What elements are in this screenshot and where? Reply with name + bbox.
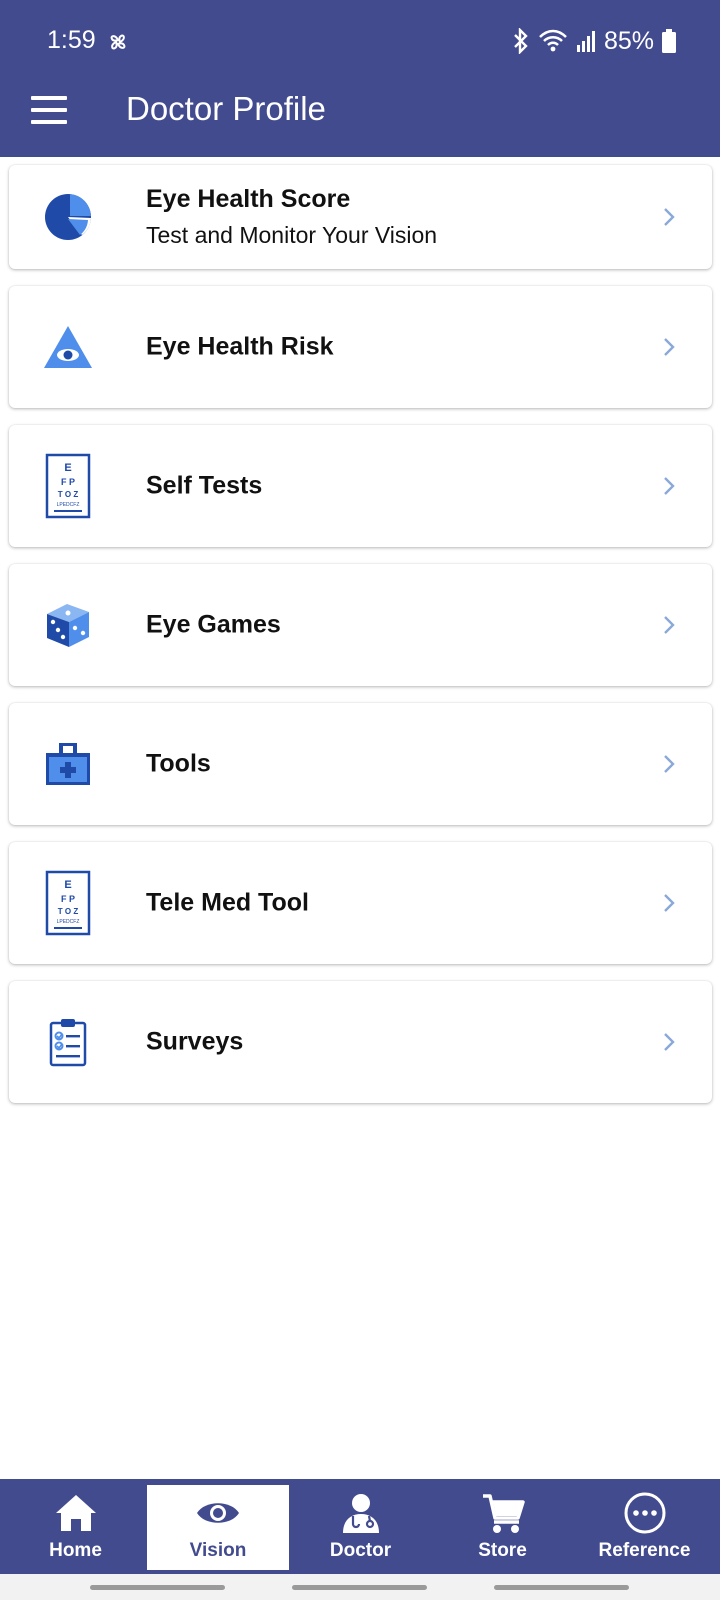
page-title: Doctor Profile xyxy=(126,90,326,127)
svg-text:T O Z: T O Z xyxy=(58,907,79,916)
app-bar: Doctor Profile xyxy=(0,80,720,157)
signal-icon xyxy=(576,31,595,52)
chevron-right-icon xyxy=(664,208,675,226)
menu-item-title: Eye Health Risk xyxy=(146,332,334,361)
svg-text:F P: F P xyxy=(61,894,75,904)
system-nav-handle[interactable] xyxy=(90,1585,225,1590)
wifi-icon xyxy=(539,29,567,52)
menu-item-title: Self Tests xyxy=(146,471,263,500)
menu-item-eye-health-score[interactable]: Eye Health Score Test and Monitor Your V… xyxy=(9,165,712,269)
clipboard-checklist-icon xyxy=(42,1009,94,1075)
chevron-right-icon xyxy=(664,338,675,356)
menu-item-eye-health-risk[interactable]: Eye Health Risk xyxy=(9,286,712,408)
menu-item-tools[interactable]: Tools xyxy=(9,703,712,825)
eye-chart-icon: E F P T O Z LPEDCFZ xyxy=(42,453,94,519)
more-icon xyxy=(622,1491,668,1535)
bottom-navigation: Home Vision Doctor Store Reference xyxy=(0,1479,720,1574)
nav-item-home[interactable]: Home xyxy=(5,1479,146,1574)
eye-chart-icon: E F P T O Z LPEDCFZ xyxy=(42,870,94,936)
svg-text:LPEDCFZ: LPEDCFZ xyxy=(57,502,80,508)
eye-icon xyxy=(195,1491,241,1535)
system-navigation-bar xyxy=(0,1574,720,1600)
chevron-right-icon xyxy=(664,755,675,773)
nav-item-store[interactable]: Store xyxy=(432,1479,573,1574)
svg-text:T O Z: T O Z xyxy=(58,490,79,499)
hamburger-menu-icon[interactable] xyxy=(31,96,67,124)
chevron-right-icon xyxy=(664,616,675,634)
status-icons: 85% xyxy=(512,26,676,56)
battery-percentage: 85% xyxy=(603,26,654,55)
dice-icon xyxy=(42,592,94,658)
menu-item-title: Tools xyxy=(146,749,211,778)
chevron-right-icon xyxy=(664,477,675,495)
nav-label: Store xyxy=(478,1540,527,1561)
svg-text:E: E xyxy=(64,879,71,891)
nav-label: Doctor xyxy=(329,1540,392,1561)
menu-item-title: Surveys xyxy=(146,1027,244,1056)
menu-item-eye-games[interactable]: Eye Games xyxy=(9,564,712,686)
menu-item-tele-med-tool[interactable]: E F P T O Z LPEDCFZ Tele Med Tool xyxy=(9,842,712,964)
pie-chart-icon xyxy=(42,184,94,250)
chevron-right-icon xyxy=(664,894,675,912)
system-nav-handle[interactable] xyxy=(292,1585,427,1590)
status-bar: 1:59 85% xyxy=(0,0,720,80)
menu-item-title: Eye Health Score xyxy=(146,185,351,213)
nav-item-doctor[interactable]: Doctor xyxy=(290,1479,431,1574)
menu-item-subtitle: Test and Monitor Your Vision xyxy=(146,222,438,248)
system-nav-handle[interactable] xyxy=(494,1585,629,1590)
medical-kit-icon xyxy=(42,731,94,797)
fan-icon xyxy=(110,34,126,50)
home-icon xyxy=(53,1491,99,1535)
svg-text:LPEDCFZ: LPEDCFZ xyxy=(57,919,80,925)
menu-item-title: Eye Games xyxy=(146,610,281,639)
eye-triangle-icon xyxy=(42,314,94,380)
svg-text:E: E xyxy=(64,462,71,474)
menu-item-self-tests[interactable]: E F P T O Z LPEDCFZ Self Tests xyxy=(9,425,712,547)
app-header: 1:59 85% Doctor Profile xyxy=(0,0,720,157)
cart-icon xyxy=(480,1491,526,1535)
svg-text:F P: F P xyxy=(61,477,75,487)
nav-label: Home xyxy=(49,1540,102,1561)
nav-label: Reference xyxy=(598,1540,691,1561)
status-time: 1:59 xyxy=(47,26,96,54)
bluetooth-icon xyxy=(514,28,528,54)
menu-item-surveys[interactable]: Surveys xyxy=(9,981,712,1103)
nav-item-reference[interactable]: Reference xyxy=(574,1479,715,1574)
nav-label: Vision xyxy=(189,1540,247,1561)
battery-icon xyxy=(662,29,676,53)
doctor-icon xyxy=(338,1491,384,1535)
menu-item-title: Tele Med Tool xyxy=(146,888,309,917)
menu-list: Eye Health Score Test and Monitor Your V… xyxy=(9,165,712,1120)
chevron-right-icon xyxy=(664,1033,675,1051)
nav-item-vision[interactable]: Vision xyxy=(147,1485,289,1570)
